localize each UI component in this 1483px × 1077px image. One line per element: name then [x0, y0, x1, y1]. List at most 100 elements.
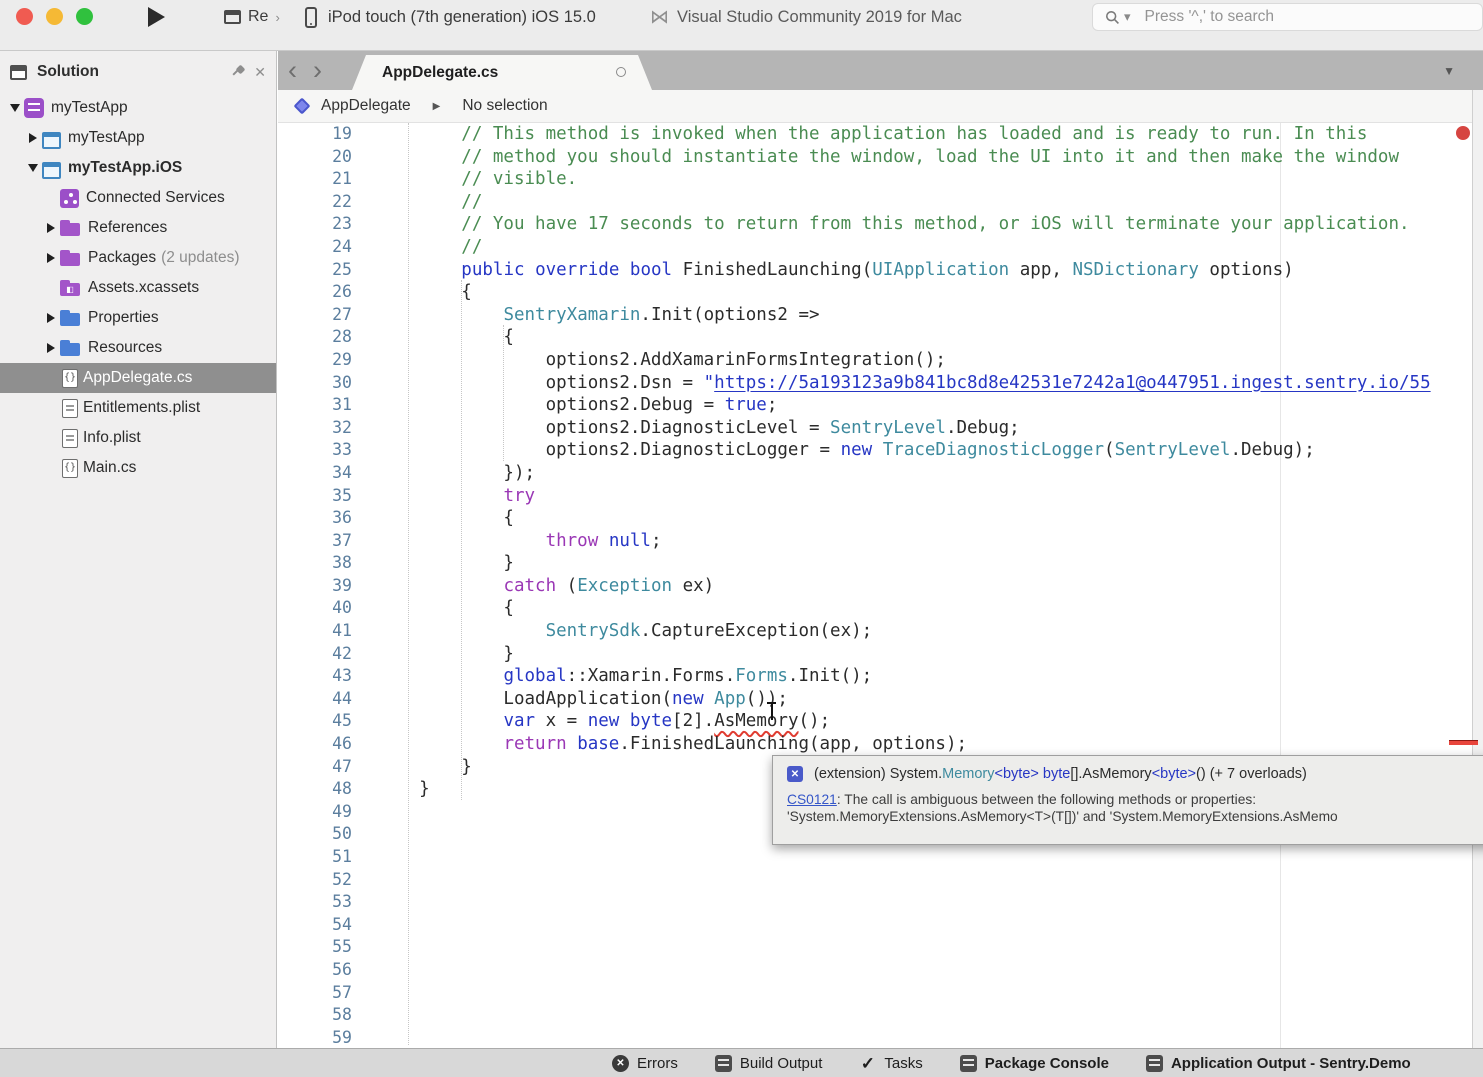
code-line-44[interactable]: 44 LoadApplication(new App());: [278, 688, 1483, 711]
tooltip-error-text: : The call is ambiguous between the foll…: [837, 792, 1256, 807]
code-line-51[interactable]: 51: [278, 846, 1483, 869]
sidebar-item-main-cs[interactable]: Main.cs: [0, 453, 276, 483]
pad-button-errors[interactable]: ✕Errors: [612, 1055, 678, 1072]
line-content: options2.DiagnosticLevel = SentryLevel.D…: [377, 417, 1020, 440]
sidebar-item-mytestapp-ios[interactable]: myTestApp.iOS: [0, 153, 276, 183]
code-line-43[interactable]: 43 global::Xamarin.Forms.Forms.Init();: [278, 665, 1483, 688]
error-indicator-icon[interactable]: [1456, 126, 1470, 140]
code-line-58[interactable]: 58: [278, 1004, 1483, 1027]
expander-icon[interactable]: [42, 223, 60, 233]
sidebar-item-mytestapp[interactable]: myTestApp: [0, 123, 276, 153]
configuration-selector[interactable]: Re ›: [224, 5, 280, 29]
code-line-42[interactable]: 42 }: [278, 643, 1483, 666]
expander-icon[interactable]: [42, 253, 60, 263]
search-scope-chevron-icon[interactable]: ▾: [1124, 9, 1131, 25]
line-content: options2.DiagnosticLogger = new TraceDia…: [377, 439, 1315, 462]
code-line-53[interactable]: 53: [278, 891, 1483, 914]
tab-modified-indicator-icon[interactable]: [616, 67, 626, 77]
run-button[interactable]: [148, 7, 165, 27]
pad-button-build-output[interactable]: Build Output: [715, 1055, 823, 1072]
sidebar-item-mytestapp[interactable]: myTestApp: [0, 93, 276, 123]
code-line-37[interactable]: 37 throw null;: [278, 530, 1483, 553]
line-number: 54: [278, 914, 352, 937]
close-pad-icon[interactable]: ✕: [254, 65, 266, 79]
sidebar-item-entitlements-plist[interactable]: Entitlements.plist: [0, 393, 276, 423]
code-line-30[interactable]: 30 options2.Dsn = "https://5a193123a9b84…: [278, 372, 1483, 395]
output-pad-icon: [1146, 1055, 1163, 1072]
search-input[interactable]: ▾ Press '^,' to search: [1092, 3, 1483, 31]
expander-icon[interactable]: [24, 133, 42, 143]
code-line-32[interactable]: 32 options2.DiagnosticLevel = SentryLeve…: [278, 417, 1483, 440]
code-line-57[interactable]: 57: [278, 982, 1483, 1005]
class-icon: [294, 98, 311, 115]
code-line-46[interactable]: 46 return base.FinishedLaunching(app, op…: [278, 733, 1483, 756]
sidebar-item-properties[interactable]: Properties: [0, 303, 276, 333]
breadcrumb-class[interactable]: AppDelegate: [321, 97, 411, 115]
code-line-52[interactable]: 52: [278, 869, 1483, 892]
window-title: ⋈ Visual Studio Community 2019 for Mac: [650, 4, 962, 30]
pad-button-tasks[interactable]: ✓Tasks: [859, 1055, 922, 1072]
navigate-forward-button[interactable]: ›: [313, 57, 322, 84]
code-editor[interactable]: 19 // This method is invoked when the ap…: [278, 123, 1483, 1048]
code-line-39[interactable]: 39 catch (Exception ex): [278, 575, 1483, 598]
code-line-24[interactable]: 24 //: [278, 236, 1483, 259]
code-line-25[interactable]: 25 public override bool FinishedLaunchin…: [278, 259, 1483, 282]
expander-icon[interactable]: [42, 313, 60, 323]
device-selector[interactable]: iPod touch (7th generation) iOS 15.0: [305, 4, 596, 30]
code-line-22[interactable]: 22 //: [278, 191, 1483, 214]
pad-button-package-console[interactable]: Package Console: [960, 1055, 1109, 1072]
error-line-marker[interactable]: [1449, 740, 1478, 745]
code-line-36[interactable]: 36 {: [278, 507, 1483, 530]
navigate-back-button[interactable]: ‹: [288, 57, 297, 84]
code-line-40[interactable]: 40 {: [278, 597, 1483, 620]
code-line-21[interactable]: 21 // visible.: [278, 168, 1483, 191]
expander-icon[interactable]: [24, 164, 42, 172]
close-window-button[interactable]: [16, 8, 33, 25]
code-line-54[interactable]: 54: [278, 914, 1483, 937]
code-line-26[interactable]: 26 {: [278, 281, 1483, 304]
breadcrumb-selection[interactable]: No selection: [462, 97, 547, 115]
pad-button-application-output-sentry-demo[interactable]: Application Output - Sentry.Demo: [1146, 1055, 1411, 1072]
sidebar-item-references[interactable]: References: [0, 213, 276, 243]
code-line-45[interactable]: 45 var x = new byte[2].AsMemory();: [278, 710, 1483, 733]
sidebar-item-assets-xcassets[interactable]: Assets.xcassets: [0, 273, 276, 303]
pin-pad-icon[interactable]: [230, 65, 244, 79]
sidebar-item-resources[interactable]: Resources: [0, 333, 276, 363]
folder-icon: [60, 338, 81, 358]
code-line-35[interactable]: 35 try: [278, 485, 1483, 508]
line-number: 44: [278, 688, 352, 711]
sidebar-item-connected-services[interactable]: Connected Services: [0, 183, 276, 213]
line-number: 41: [278, 620, 352, 643]
solution-tree: myTestAppmyTestAppmyTestApp.iOSConnected…: [0, 93, 276, 483]
tab-appdelegate[interactable]: AppDelegate.cs: [352, 55, 652, 90]
code-line-33[interactable]: 33 options2.DiagnosticLogger = new Trace…: [278, 439, 1483, 462]
error-code-link[interactable]: CS0121: [787, 792, 837, 807]
tab-list-dropdown-icon[interactable]: ▼: [1443, 64, 1455, 78]
solution-pad-header: Solution ✕: [0, 55, 276, 89]
expander-icon[interactable]: [6, 104, 24, 112]
text-cursor-icon: [766, 701, 777, 722]
item-label: Packages: [88, 249, 156, 267]
code-line-23[interactable]: 23 // You have 17 seconds to return from…: [278, 213, 1483, 236]
code-line-38[interactable]: 38 }: [278, 552, 1483, 575]
code-line-28[interactable]: 28 {: [278, 326, 1483, 349]
code-line-59[interactable]: 59: [278, 1027, 1483, 1048]
device-label: iPod touch (7th generation) iOS 15.0: [328, 8, 596, 27]
line-number: 38: [278, 552, 352, 575]
code-line-41[interactable]: 41 SentrySdk.CaptureException(ex);: [278, 620, 1483, 643]
sidebar-item-info-plist[interactable]: Info.plist: [0, 423, 276, 453]
sidebar-item-appdelegate-cs[interactable]: AppDelegate.cs: [0, 363, 276, 393]
expander-icon[interactable]: [42, 343, 60, 353]
code-line-27[interactable]: 27 SentryXamarin.Init(options2 =>: [278, 304, 1483, 327]
code-line-29[interactable]: 29 options2.AddXamarinFormsIntegration()…: [278, 349, 1483, 372]
code-line-56[interactable]: 56: [278, 959, 1483, 982]
minimize-window-button[interactable]: [46, 8, 63, 25]
code-line-20[interactable]: 20 // method you should instantiate the …: [278, 146, 1483, 169]
code-line-19[interactable]: 19 // This method is invoked when the ap…: [278, 123, 1483, 146]
tooltip-signature-row: ✕ (extension) System.Memory<byte> byte[]…: [787, 766, 1483, 782]
code-line-31[interactable]: 31 options2.Debug = true;: [278, 394, 1483, 417]
code-line-55[interactable]: 55: [278, 936, 1483, 959]
code-line-34[interactable]: 34 });: [278, 462, 1483, 485]
zoom-window-button[interactable]: [76, 8, 93, 25]
sidebar-item-packages[interactable]: Packages(2 updates): [0, 243, 276, 273]
